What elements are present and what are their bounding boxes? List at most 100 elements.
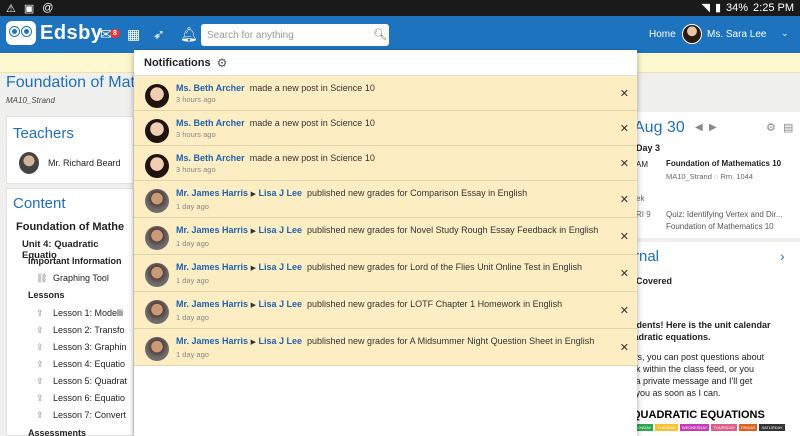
next-day-icon[interactable]: ▶	[709, 122, 717, 133]
search-icon[interactable]: 🔍︎	[373, 28, 387, 41]
notification-actor[interactable]: Mr. James Harris	[176, 336, 248, 346]
lesson-link[interactable]: Lesson 7: Convert	[53, 410, 126, 420]
content-panel: Content Foundation of Mathe Unit 4: Quad…	[6, 188, 134, 436]
chevron-down-icon[interactable]: ⌄	[781, 28, 789, 39]
notification-target[interactable]: Lisa J Lee	[258, 188, 302, 198]
teacher-avatar	[19, 152, 39, 174]
teacher-name[interactable]: Mr. Richard Beard	[48, 158, 121, 168]
close-icon[interactable]: ✕	[620, 267, 629, 280]
notification-item[interactable]: Ms. Beth Archer made a new post in Scien…	[134, 111, 637, 146]
notification-actor[interactable]: Mr. James Harris	[176, 299, 248, 309]
app-header: Edsby ✉ 8 ▦ ➶ 🔔︎ 🔍︎ Home Ms. Sara Lee ⌄	[0, 16, 800, 53]
notification-avatar	[145, 119, 169, 143]
close-icon[interactable]: ✕	[620, 304, 629, 317]
clock: 2:25 PM	[753, 1, 794, 14]
user-name[interactable]: Ms. Sara Lee	[707, 29, 766, 40]
notification-item[interactable]: Mr. James Harris ▶ Lisa J Lee published …	[134, 292, 637, 329]
notification-place[interactable]: English	[533, 299, 563, 309]
notification-actor[interactable]: Mr. James Harris	[176, 262, 248, 272]
event-title[interactable]: Foundation of Mathematics 10	[666, 159, 781, 168]
notification-action: published new grades for Novel Study Rou…	[307, 225, 557, 235]
lesson-link[interactable]: Lesson 4: Equatio	[53, 359, 125, 369]
graphing-tool-link[interactable]: Graphing Tool	[53, 273, 109, 283]
upload-icon: ⇪	[36, 376, 44, 386]
close-icon[interactable]: ✕	[620, 87, 629, 100]
user-avatar[interactable]	[682, 24, 702, 44]
notification-target[interactable]: Lisa J Lee	[258, 336, 302, 346]
notification-place[interactable]: Science 10	[330, 83, 375, 93]
notification-place[interactable]: English	[553, 262, 583, 272]
close-icon[interactable]: ✕	[620, 230, 629, 243]
notification-place[interactable]: Science 10	[330, 153, 375, 163]
important-info-label[interactable]: Important Information	[28, 256, 122, 266]
notification-action: published new grades for Comparison Essa…	[307, 188, 486, 198]
document-icon[interactable]: ▤	[783, 121, 793, 134]
gear-icon[interactable]: ⚙	[766, 121, 776, 134]
course-title: Foundation of Mathe	[6, 74, 153, 91]
lesson-link[interactable]: Lesson 5: Quadrat	[53, 376, 127, 386]
notification-actor[interactable]: Ms. Beth Archer	[176, 83, 245, 93]
notification-item[interactable]: Mr. James Harris ▶ Lisa J Lee published …	[134, 218, 637, 255]
notification-item[interactable]: Ms. Beth Archer made a new post in Scien…	[134, 76, 637, 111]
notification-target[interactable]: Lisa J Lee	[258, 262, 302, 272]
day-chip: THURSDAY	[711, 424, 738, 431]
notification-avatar	[145, 154, 169, 178]
chevron-right-icon[interactable]: ›	[780, 248, 785, 264]
lesson-link[interactable]: Lesson 3: Graphin	[53, 342, 127, 352]
notification-avatar	[145, 189, 169, 213]
wifi-icon: ◥	[701, 2, 710, 14]
notification-time: 3 hours ago	[176, 95, 216, 104]
course-subtitle: MA10_Strand	[6, 96, 55, 105]
journal-line-1: tudents! Here is the unit calendar	[628, 320, 771, 330]
notification-item[interactable]: Mr. James Harris ▶ Lisa J Lee published …	[134, 181, 637, 218]
content-course-name[interactable]: Foundation of Mathe	[16, 221, 124, 233]
message-count-badge: 8	[110, 29, 120, 38]
calendar-date: Aug 30	[634, 119, 685, 136]
journal-line-6: o you as soon as I can.	[628, 388, 721, 398]
arrow-right-icon: ▶	[250, 191, 256, 198]
notification-text: Mr. James Harris ▶ Lisa J Lee published …	[176, 187, 607, 201]
home-link[interactable]: Home	[649, 29, 676, 40]
notification-actor[interactable]: Ms. Beth Archer	[176, 118, 245, 128]
notification-actor[interactable]: Mr. James Harris	[176, 225, 248, 235]
notification-text: Mr. James Harris ▶ Lisa J Lee published …	[176, 224, 607, 238]
calendar-icon[interactable]: ▦	[127, 26, 140, 43]
close-icon[interactable]: ✕	[620, 341, 629, 354]
notification-avatar	[145, 337, 169, 361]
arrow-right-icon: ▶	[250, 228, 256, 235]
lesson-link[interactable]: Lesson 1: Modelli	[53, 308, 123, 318]
notification-place[interactable]: Science 10	[330, 118, 375, 128]
edsby-logo[interactable]: Edsby	[6, 21, 103, 45]
notification-target[interactable]: Lisa J Lee	[258, 299, 302, 309]
notification-prep: in	[320, 153, 328, 163]
assessments-label[interactable]: Assessments	[28, 428, 86, 436]
close-icon[interactable]: ✕	[620, 193, 629, 206]
notification-place[interactable]: English	[565, 336, 595, 346]
notification-place[interactable]: English	[569, 225, 599, 235]
link-icon: ⛓	[36, 273, 48, 283]
journal-line-2: uadratic equations.	[628, 332, 711, 342]
notification-item[interactable]: Mr. James Harris ▶ Lisa J Lee published …	[134, 255, 637, 292]
close-icon[interactable]: ✕	[620, 122, 629, 135]
search-input[interactable]	[201, 24, 389, 46]
notification-place[interactable]: English	[498, 188, 528, 198]
notification-time: 3 hours ago	[176, 165, 216, 174]
notification-avatar	[145, 263, 169, 287]
notification-target[interactable]: Lisa J Lee	[258, 225, 302, 235]
notification-item[interactable]: Mr. James Harris ▶ Lisa J Lee published …	[134, 329, 637, 366]
lesson-link[interactable]: Lesson 6: Equatio	[53, 393, 125, 403]
prev-day-icon[interactable]: ◀	[695, 122, 703, 133]
notification-time: 1 day ago	[176, 313, 209, 322]
bell-icon[interactable]: 🔔︎	[180, 26, 198, 43]
lesson-link[interactable]: Lesson 2: Transfo	[53, 325, 125, 335]
quiz-title[interactable]: Quiz: Identifying Vertex and Dir...	[666, 210, 783, 219]
lessons-label[interactable]: Lessons	[28, 290, 65, 300]
rocket-icon[interactable]: ➶	[153, 26, 165, 43]
gear-icon[interactable]: ⚙	[217, 56, 228, 70]
notification-item[interactable]: Ms. Beth Archer made a new post in Scien…	[134, 146, 637, 181]
close-icon[interactable]: ✕	[620, 157, 629, 170]
notification-actor[interactable]: Mr. James Harris	[176, 188, 248, 198]
notifications-header: Notifications ⚙	[134, 50, 637, 76]
notification-actor[interactable]: Ms. Beth Archer	[176, 153, 245, 163]
notification-text: Ms. Beth Archer made a new post in Scien…	[176, 82, 607, 94]
